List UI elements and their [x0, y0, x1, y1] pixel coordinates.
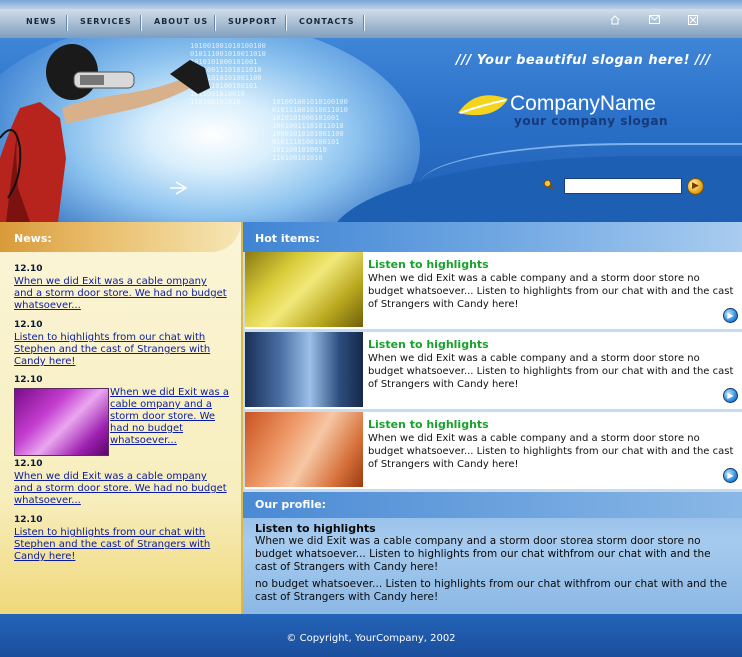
hot-items-header: Hot items: — [243, 222, 742, 252]
hot-item-thumbnail-image — [245, 252, 363, 327]
home-icon[interactable] — [608, 15, 622, 29]
banner-slogan: /// Your beautiful slogan here! /// — [456, 53, 711, 68]
hot-item-thumbnail-image — [245, 332, 363, 407]
news-link[interactable]: When we did Exit was a cable ompany and … — [14, 471, 228, 507]
nav-top-strip — [0, 0, 742, 9]
more-arrow-button[interactable]: ▶ — [723, 308, 738, 323]
hot-item-text: When we did Exit was a cable company and… — [368, 353, 734, 390]
page: NEWS SERVICES ABOUT US SUPPORT CONTACTS … — [0, 0, 742, 657]
nav-item-about-us[interactable]: ABOUT US — [154, 17, 208, 26]
hot-item-title[interactable]: Listen to highlights — [368, 258, 489, 271]
hot-item: Listen to highlights When we did Exit wa… — [245, 332, 742, 409]
hot-items-title: Hot items: — [255, 232, 320, 245]
more-arrow-button[interactable]: ▶ — [723, 388, 738, 403]
profile-title: Our profile: — [255, 498, 327, 511]
profile-section: Our profile: Listen to highlights When w… — [243, 492, 742, 614]
sitemap-icon[interactable] — [686, 15, 700, 29]
search-go-button[interactable]: ▶ — [687, 178, 704, 195]
hot-item-title[interactable]: Listen to highlights — [368, 418, 489, 431]
news-date: 12.10 — [14, 320, 43, 330]
company-logo-icon — [458, 95, 508, 116]
footer: © Copyright, YourCompany, 2002 — [0, 614, 742, 657]
news-date: 12.10 — [14, 264, 43, 274]
hot-item-text: When we did Exit was a cable company and… — [368, 433, 734, 470]
nav-item-support[interactable]: SUPPORT — [228, 17, 277, 26]
company-name: CompanyName — [510, 92, 656, 115]
arrow-right-icon: ▶ — [692, 181, 699, 191]
nav-item-contacts[interactable]: CONTACTS — [299, 17, 354, 26]
news-link[interactable]: When we did Exit was a cable ompany and … — [14, 276, 228, 312]
company-slogan: your company slogan — [514, 114, 669, 128]
news-column: News: 12.10 When we did Exit was a cable… — [0, 222, 243, 614]
hot-item-title[interactable]: Listen to highlights — [368, 338, 489, 351]
header-banner: 101001001010100100 010111001010011010 10… — [0, 38, 742, 222]
nav-divider — [66, 15, 68, 31]
arrow-right-icon: ▶ — [727, 391, 734, 400]
hot-item: Listen to highlights When we did Exit wa… — [245, 252, 742, 329]
news-date: 12.10 — [14, 375, 43, 385]
hot-items-section: Hot items: Listen to highlights When we … — [243, 222, 742, 492]
hot-item: Listen to highlights When we did Exit wa… — [245, 412, 742, 489]
news-header: News: — [0, 222, 241, 252]
more-arrow-button[interactable]: ▶ — [723, 468, 738, 483]
profile-paragraph: When we did Exit was a cable company and… — [255, 535, 711, 573]
nav-item-news[interactable]: NEWS — [26, 17, 57, 26]
copyright-text: © Copyright, YourCompany, 2002 — [286, 633, 456, 644]
news-title: News: — [14, 232, 52, 245]
news-link[interactable]: Listen to highlights from our chat with … — [14, 332, 228, 368]
top-nav: NEWS SERVICES ABOUT US SUPPORT CONTACTS — [0, 0, 742, 39]
mail-icon[interactable] — [647, 15, 661, 29]
profile-heading: Listen to highlights — [255, 522, 376, 535]
nav-divider — [214, 15, 216, 31]
news-link[interactable]: When we did Exit was a cable ompany and … — [110, 387, 236, 447]
search-icon — [543, 179, 555, 191]
nav-divider — [140, 15, 142, 31]
news-date: 12.10 — [14, 515, 43, 525]
virtual-reality-figure-image — [0, 44, 210, 222]
nav-item-services[interactable]: SERVICES — [80, 17, 132, 26]
profile-header: Our profile: — [243, 492, 742, 518]
news-link[interactable]: Listen to highlights from our chat with … — [14, 527, 228, 563]
nav-divider — [363, 15, 365, 31]
news-date: 12.10 — [14, 459, 43, 469]
nav-divider — [285, 15, 287, 31]
arrow-right-icon: ▶ — [727, 471, 734, 480]
profile-paragraph: no budget whatsoever... Listen to highli… — [255, 578, 728, 603]
hot-item-text: When we did Exit was a cable company and… — [368, 273, 734, 310]
arrow-right-icon: ▶ — [727, 311, 734, 320]
hot-item-thumbnail-image — [245, 412, 363, 487]
search-input[interactable] — [564, 178, 682, 194]
news-thumbnail-image — [14, 388, 109, 456]
